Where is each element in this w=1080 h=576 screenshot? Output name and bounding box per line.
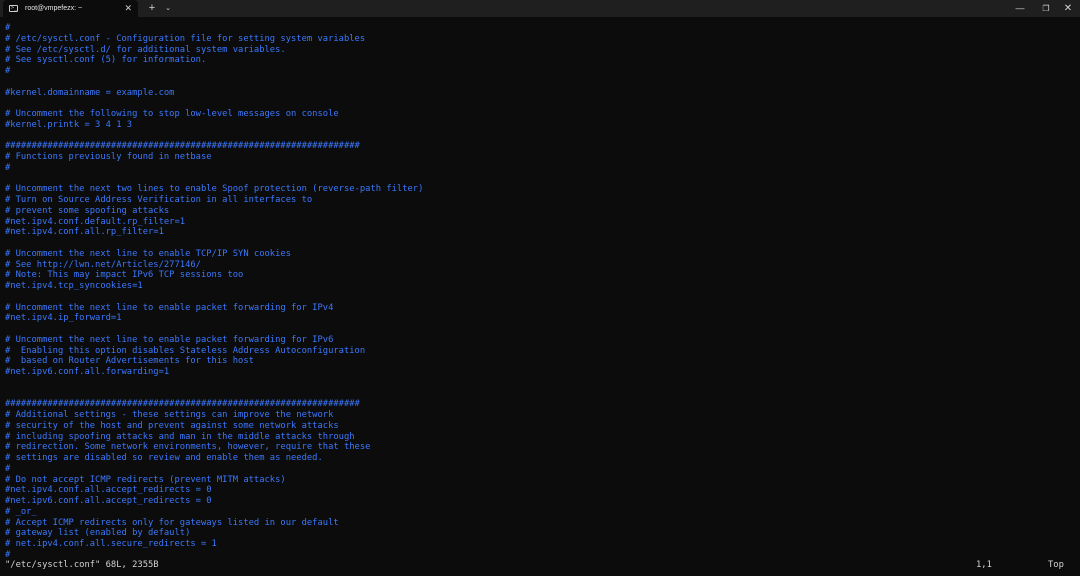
buffer-line	[5, 98, 423, 109]
vim-status-line: "/etc/sysctl.conf" 68L, 2355B 1,1 Top	[5, 559, 1075, 571]
buffer-line: #kernel.printk = 3 4 1 3	[5, 119, 133, 130]
buffer-line: #	[5, 23, 11, 33]
buffer-line: # redirection. Some network environments…	[5, 442, 371, 453]
buffer-line: # See http://lwn.net/Articles/277146/	[5, 259, 201, 270]
buffer-line: #	[5, 463, 11, 474]
new-tab-button[interactable]: +	[145, 0, 159, 17]
buffer-line: # See /etc/sysctl.d/ for additional syst…	[5, 44, 286, 55]
chevron-down-icon[interactable]: ⌄	[162, 0, 174, 17]
buffer-line: #net.ipv4.conf.default.rp_filter=1	[5, 216, 186, 227]
buffer-line: # Enabling this option disables Stateles…	[5, 345, 366, 356]
buffer-line: #net.ipv4.conf.all.accept_redirects = 0	[5, 485, 212, 496]
buffer-line	[5, 131, 423, 142]
terminal-tab[interactable]: >_ root@vmpefezx: ~ ✕	[3, 0, 138, 17]
buffer-line: # Accept ICMP redirects only for gateway…	[5, 517, 339, 528]
buffer-line: #kernel.domainname = example.com	[5, 87, 175, 98]
buffer-line: # /etc/sysctl.conf - Configuration file …	[5, 33, 366, 44]
buffer-line	[5, 324, 423, 335]
vim-buffer[interactable]: # # /etc/sysctl.conf - Configuration file…	[5, 23, 423, 561]
buffer-line: ########################################…	[5, 141, 360, 152]
buffer-line: # including spoofing attacks and man in …	[5, 431, 355, 442]
buffer-line: #net.ipv4.conf.all.rp_filter=1	[5, 227, 164, 238]
buffer-line: # Uncomment the next line to enable pack…	[5, 334, 334, 345]
buffer-line: # based on Router Advertisements for thi…	[5, 356, 254, 367]
buffer-line: # Turn on Source Address Verification in…	[5, 195, 313, 205]
buffer-line: # Uncomment the next line to enable pack…	[5, 302, 334, 313]
buffer-line: # Uncomment the next two lines to enable…	[5, 184, 424, 195]
buffer-line	[5, 77, 423, 88]
buffer-line: #net.ipv6.conf.all.accept_redirects = 0	[5, 496, 212, 506]
buffer-line: #	[5, 162, 11, 173]
close-window-button[interactable]: ✕	[1053, 0, 1080, 17]
buffer-line: # net.ipv4.conf.all.secure_redirects = 1	[5, 539, 217, 549]
buffer-line: # Additional settings - these settings c…	[5, 410, 334, 420]
buffer-line: #net.ipv4.tcp_syncookies=1	[5, 281, 143, 291]
buffer-line	[5, 174, 423, 185]
title-bar: >_ root@vmpefezx: ~ ✕ + ⌄ — ❐ ✕	[0, 0, 1080, 17]
buffer-line: # gateway list (enabled by default)	[5, 528, 191, 539]
buffer-line: # Uncomment the following to stop low-le…	[5, 109, 339, 119]
buffer-line: # Do not accept ICMP redirects (prevent …	[5, 474, 286, 485]
buffer-line: #	[5, 66, 11, 76]
buffer-line: # _or_	[5, 506, 37, 517]
status-scroll-position: Top	[1048, 560, 1064, 570]
terminal-icon: >_	[9, 5, 18, 12]
buffer-line: # See sysctl.conf (5) for information.	[5, 55, 207, 66]
buffer-line	[5, 378, 423, 389]
buffer-line: # Functions previously found in netbase	[5, 152, 212, 162]
tab-title: root@vmpefezx: ~	[25, 5, 83, 12]
close-tab-icon[interactable]: ✕	[124, 3, 132, 13]
buffer-line	[5, 389, 423, 400]
buffer-line: # prevent some spoofing attacks	[5, 205, 170, 216]
buffer-line: # Uncomment the next line to enable TCP/…	[5, 248, 291, 259]
terminal-viewport[interactable]: # # /etc/sysctl.conf - Configuration file…	[0, 17, 1080, 576]
buffer-line: #net.ipv4.ip_forward=1	[5, 313, 122, 324]
buffer-line	[5, 238, 423, 249]
buffer-line: # security of the host and prevent again…	[5, 420, 339, 431]
buffer-line: # settings are disabled so review and en…	[5, 453, 323, 463]
status-cursor-position: 1,1	[976, 560, 992, 570]
buffer-line	[5, 292, 423, 303]
buffer-line: ########################################…	[5, 399, 360, 410]
status-file-info: "/etc/sysctl.conf" 68L, 2355B	[5, 560, 159, 570]
buffer-line: # Note: This may impact IPv6 TCP session…	[5, 270, 244, 281]
buffer-line: #net.ipv6.conf.all.forwarding=1	[5, 367, 170, 377]
